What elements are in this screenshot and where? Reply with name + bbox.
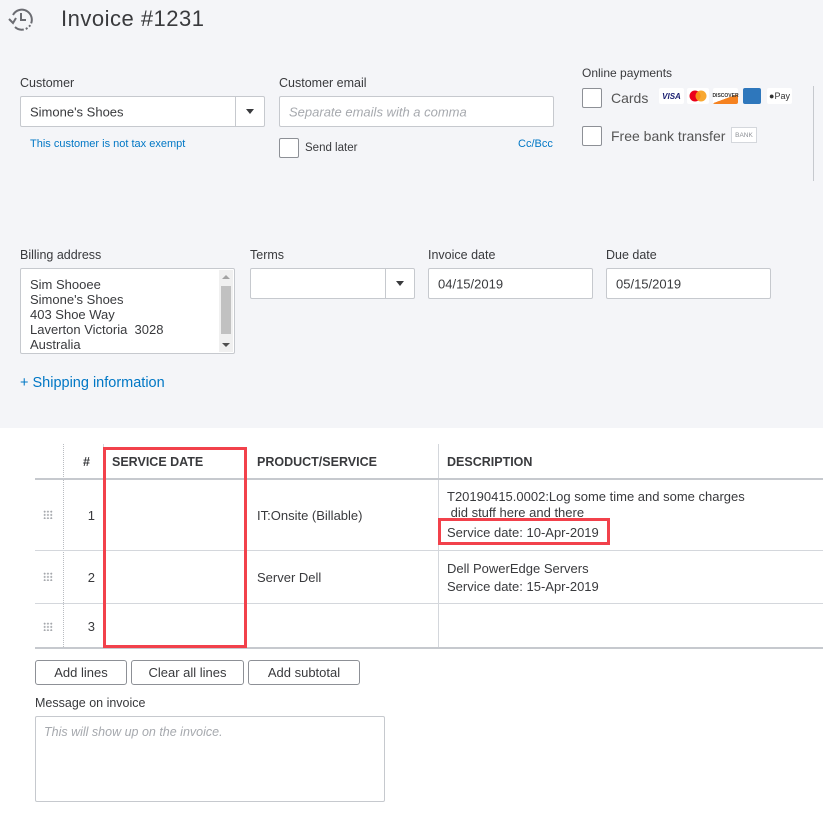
invoice-header-panel xyxy=(0,0,823,428)
highlight-service-date-column xyxy=(103,447,247,648)
terms-label: Terms xyxy=(250,248,285,262)
apple-pay-logo-icon: ● Pay xyxy=(767,88,792,104)
invoice-date-label: Invoice date xyxy=(428,248,496,262)
bank-transfer-checkbox[interactable] xyxy=(582,126,602,146)
product-service-cell[interactable]: IT:Onsite (Billable) xyxy=(257,508,362,523)
bank-badge: BANK xyxy=(731,127,757,143)
customer-dropdown-button[interactable] xyxy=(235,97,264,126)
customer-label: Customer xyxy=(20,76,75,90)
cc-bcc-link[interactable]: Cc/Bcc xyxy=(518,138,553,150)
clear-all-lines-button[interactable]: Clear all lines xyxy=(131,660,244,685)
customer-email-input[interactable]: Separate emails with a comma xyxy=(279,96,554,127)
mastercard-logo-icon xyxy=(687,88,709,104)
row-number: 1 xyxy=(87,508,95,523)
due-date-label: Due date xyxy=(606,248,657,262)
email-placeholder: Separate emails with a comma xyxy=(289,104,467,119)
due-date-value: 05/15/2019 xyxy=(616,276,682,291)
send-later-checkbox[interactable] xyxy=(279,138,299,158)
scroll-down-icon[interactable] xyxy=(222,343,230,347)
amex-logo-icon xyxy=(743,88,761,104)
invoice-date-value: 04/15/2019 xyxy=(438,276,504,291)
product-service-cell[interactable]: Server Dell xyxy=(257,570,321,585)
cards-label: Cards xyxy=(611,90,649,106)
column-divider xyxy=(63,444,64,649)
add-subtotal-button[interactable]: Add subtotal xyxy=(248,660,360,685)
description-line[interactable]: T20190415.0002:Log some time and some ch… xyxy=(447,489,745,504)
drag-handle-icon[interactable] xyxy=(43,572,53,581)
tax-exempt-link[interactable]: This customer is not tax exempt xyxy=(30,138,185,150)
drag-handle-icon[interactable] xyxy=(43,622,53,631)
chevron-down-icon xyxy=(246,109,254,114)
add-lines-button[interactable]: Add lines xyxy=(35,660,127,685)
address-scrollbar[interactable] xyxy=(219,270,233,352)
bank-transfer-label: Free bank transfer xyxy=(611,128,726,144)
terms-dropdown-button[interactable] xyxy=(385,269,414,298)
terms-select[interactable] xyxy=(250,268,415,299)
row-number: 3 xyxy=(87,619,95,634)
chevron-down-icon xyxy=(396,281,404,286)
description-line[interactable]: did stuff here and there xyxy=(447,505,584,517)
row-number: 2 xyxy=(87,570,95,585)
header-number: # xyxy=(83,454,90,469)
online-payments-label: Online payments xyxy=(582,66,673,80)
header-product-service[interactable]: PRODUCT/SERVICE xyxy=(257,444,377,479)
invoice-date-input[interactable]: 04/15/2019 xyxy=(428,268,593,299)
customer-email-label: Customer email xyxy=(279,76,367,90)
billing-address-label: Billing address xyxy=(20,248,102,262)
billing-address-text: Sim Shooee Simone's Shoes 403 Shoe Way L… xyxy=(30,277,164,352)
divider xyxy=(813,86,814,181)
page-title: Invoice #1231 xyxy=(61,6,205,31)
shipping-information-link[interactable]: + Shipping information xyxy=(20,375,165,391)
history-clock-icon[interactable] xyxy=(7,6,35,34)
column-divider xyxy=(438,444,439,649)
visa-logo-icon: VISA xyxy=(659,88,684,104)
apple-pay-text: Pay xyxy=(774,91,790,101)
cards-checkbox[interactable] xyxy=(582,88,602,108)
discover-logo-icon: DISCOVER xyxy=(712,88,739,104)
message-on-invoice-label: Message on invoice xyxy=(35,696,146,710)
description-line[interactable]: Dell PowerEdge Servers xyxy=(447,561,589,576)
scroll-up-icon[interactable] xyxy=(222,275,230,279)
send-later-label: Send later xyxy=(305,142,358,154)
scroll-thumb[interactable] xyxy=(221,286,231,334)
description-service-date[interactable]: Service date: 15-Apr-2019 xyxy=(447,579,599,594)
due-date-input[interactable]: 05/15/2019 xyxy=(606,268,771,299)
drag-handle-icon[interactable] xyxy=(43,510,53,519)
highlight-service-date-text xyxy=(438,518,610,545)
message-placeholder: This will show up on the invoice. xyxy=(44,725,223,739)
customer-value: Simone's Shoes xyxy=(30,104,124,119)
header-description[interactable]: DESCRIPTION xyxy=(447,444,532,479)
billing-address-textarea[interactable]: Sim Shooee Simone's Shoes 403 Shoe Way L… xyxy=(20,268,235,354)
message-on-invoice-textarea[interactable]: This will show up on the invoice. xyxy=(35,716,385,802)
customer-select[interactable]: Simone's Shoes xyxy=(20,96,265,127)
